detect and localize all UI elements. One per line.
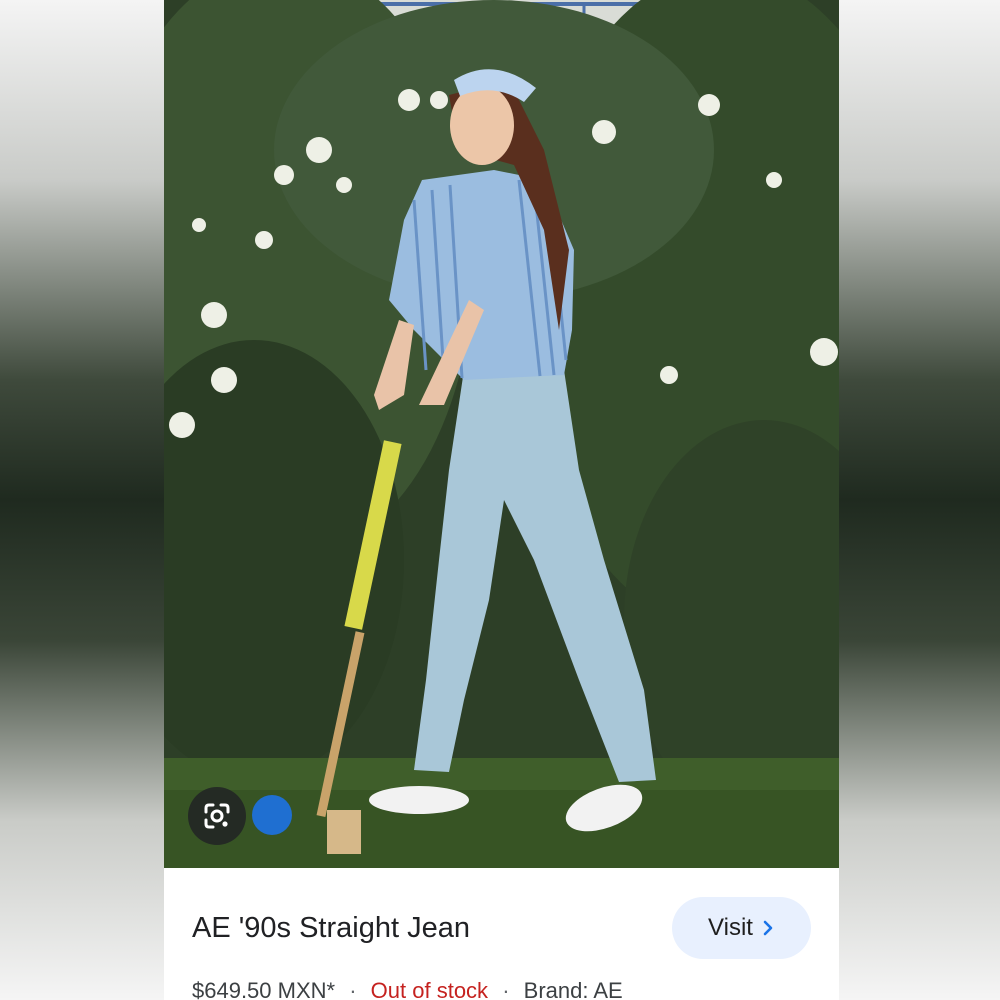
- chevron-right-icon: [761, 919, 775, 937]
- visit-label: Visit: [708, 914, 753, 941]
- product-photo-illustration: [164, 0, 839, 868]
- product-info-panel: AE '90s Straight Jean Visit $649.50 MXN*…: [164, 868, 839, 1000]
- google-lens-icon: [202, 801, 232, 831]
- product-meta-line: $649.50 MXN* · Out of stock · Brand: AE: [192, 978, 623, 1000]
- product-image[interactable]: [164, 0, 839, 868]
- product-result-card: AE '90s Straight Jean Visit $649.50 MXN*…: [164, 0, 839, 1000]
- meta-separator: ·: [502, 978, 510, 1000]
- meta-separator: ·: [349, 978, 357, 1000]
- product-title[interactable]: AE '90s Straight Jean: [192, 912, 470, 945]
- product-price: $649.50 MXN*: [192, 978, 336, 1000]
- product-brand: Brand: AE: [523, 978, 623, 1000]
- google-lens-button[interactable]: [188, 787, 246, 845]
- stock-status: Out of stock: [370, 978, 489, 1000]
- visit-button[interactable]: Visit: [672, 897, 811, 959]
